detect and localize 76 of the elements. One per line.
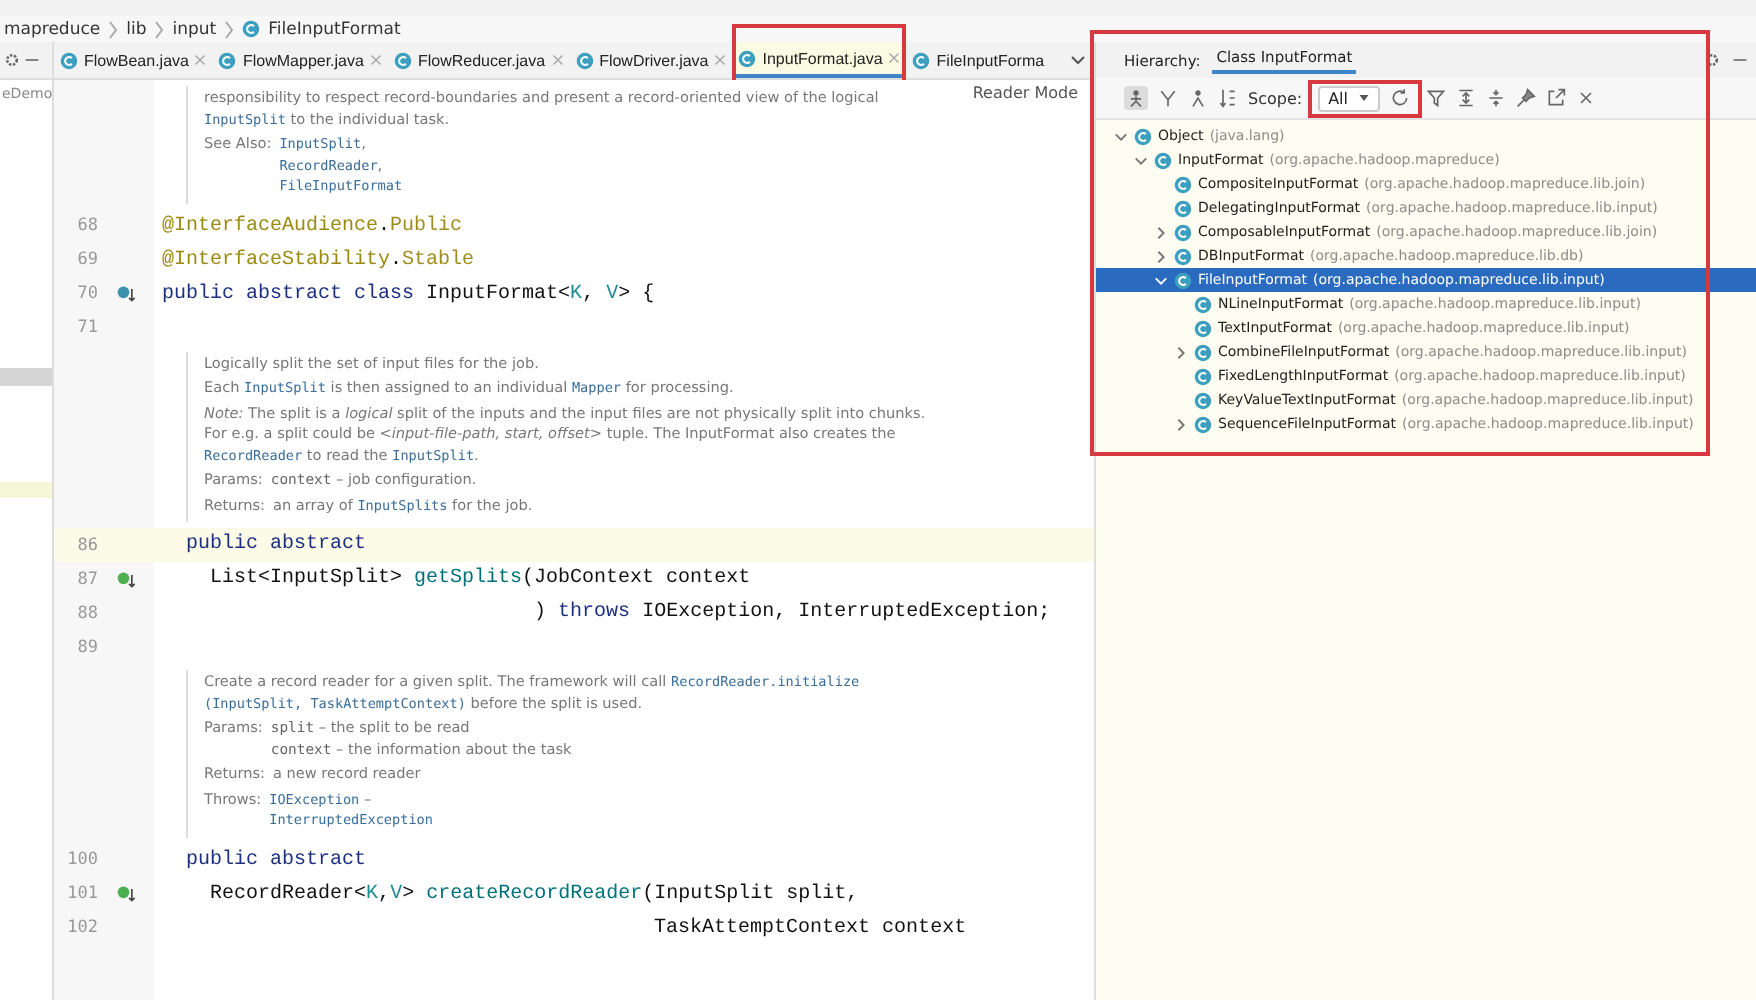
- editor-tab[interactable]: FlowMapper.java: [212, 42, 388, 78]
- class-icon: [1194, 343, 1212, 361]
- class-icon: [218, 51, 237, 69]
- open-external-icon[interactable]: [1546, 88, 1566, 108]
- line-number: 88: [75, 603, 98, 623]
- scope-label: Scope:: [1248, 89, 1303, 107]
- breadcrumb-item[interactable]: input: [172, 19, 217, 39]
- class-icon: [60, 51, 78, 69]
- class-icon: [1194, 319, 1212, 337]
- code-line: ) throws IOException, InterruptedException;: [532, 602, 1051, 624]
- close-icon[interactable]: [1576, 88, 1596, 108]
- editor-tab[interactable]: FlowDriver.java: [569, 42, 733, 78]
- editor-tab[interactable]: FlowReducer.java: [387, 42, 570, 78]
- chevron-right-icon[interactable]: [1173, 345, 1187, 359]
- class-icon: [393, 51, 412, 69]
- funnel-icon[interactable]: [1426, 88, 1446, 108]
- settings-icon[interactable]: [1704, 52, 1720, 68]
- pin-icon[interactable]: [1516, 88, 1536, 108]
- line-number: 101: [65, 884, 98, 904]
- code-line: public abstract class InputFormat<K, V> {: [160, 283, 655, 305]
- breadcrumb-item[interactable]: mapreduce: [4, 19, 101, 39]
- chevron-right-icon: [224, 19, 235, 39]
- class-icon: [1194, 367, 1212, 385]
- class-icon: [575, 51, 594, 69]
- code-line: public abstract: [184, 534, 367, 556]
- chevron-right-icon: [108, 19, 119, 39]
- branch-icon[interactable]: [1158, 88, 1178, 108]
- reader-mode-button[interactable]: Reader Mode: [972, 84, 1078, 102]
- code-line: List<InputSplit> getSplits(JobContext context: [208, 568, 751, 590]
- expand-all-icon[interactable]: [1456, 88, 1476, 108]
- scope-dropdown[interactable]: All: [1318, 85, 1380, 111]
- chevron-down-icon[interactable]: [1070, 52, 1086, 68]
- line-number: 70: [75, 284, 98, 304]
- class-icon: [1174, 199, 1192, 217]
- line-number: 69: [75, 250, 98, 270]
- settings-icon[interactable]: [4, 52, 20, 68]
- line-number: 102: [65, 918, 98, 938]
- line-number: 87: [75, 569, 98, 589]
- class-icon: [1154, 151, 1172, 169]
- class-icon: [1174, 175, 1192, 193]
- line-number: 68: [75, 216, 98, 236]
- class-icon: [1174, 223, 1192, 241]
- chevron-right-icon: [154, 19, 165, 39]
- code-line: RecordReader<K,V> createRecordReader(InputSplit split,: [208, 883, 859, 905]
- editor-tab[interactable]: FlowBean.java: [54, 42, 213, 78]
- class-icon: [738, 49, 757, 67]
- code-line: @InterfaceAudience.Public: [160, 215, 463, 237]
- caret-icon: [1358, 92, 1370, 104]
- person-icon[interactable]: [1188, 88, 1208, 108]
- line-number: 89: [75, 637, 98, 657]
- class-icon: [1194, 415, 1212, 433]
- chevron-right-icon[interactable]: [1173, 417, 1187, 431]
- class-icon: [1174, 271, 1192, 289]
- code-line: public abstract: [184, 849, 367, 871]
- line-number: 100: [65, 850, 98, 870]
- sort-icon[interactable]: [1218, 88, 1238, 108]
- person-icon[interactable]: [1124, 86, 1148, 110]
- override-marker-icon[interactable]: [116, 569, 136, 589]
- class-icon: [1194, 391, 1212, 409]
- breadcrumb-item[interactable]: lib: [126, 19, 147, 39]
- override-marker-icon[interactable]: [116, 884, 136, 904]
- class-icon: [1174, 247, 1192, 265]
- breadcrumb-item[interactable]: FileInputFormat: [268, 19, 401, 39]
- editor-tab[interactable]: InputFormat.java: [732, 42, 907, 78]
- collapse-all-icon[interactable]: [1486, 88, 1506, 108]
- line-number: 71: [75, 318, 98, 338]
- refresh-icon[interactable]: [1390, 88, 1410, 108]
- class-icon: [1134, 127, 1152, 145]
- implemented-marker-icon[interactable]: [116, 284, 136, 304]
- code-line: TaskAttemptContext context: [652, 917, 967, 939]
- class-icon: [1194, 295, 1212, 313]
- class-icon: [912, 51, 931, 69]
- line-number: 86: [75, 535, 98, 555]
- editor-tab[interactable]: FileInputForma: [906, 42, 1051, 78]
- code-line: @InterfaceStability.Stable: [160, 249, 475, 271]
- selection-highlight: [0, 482, 52, 498]
